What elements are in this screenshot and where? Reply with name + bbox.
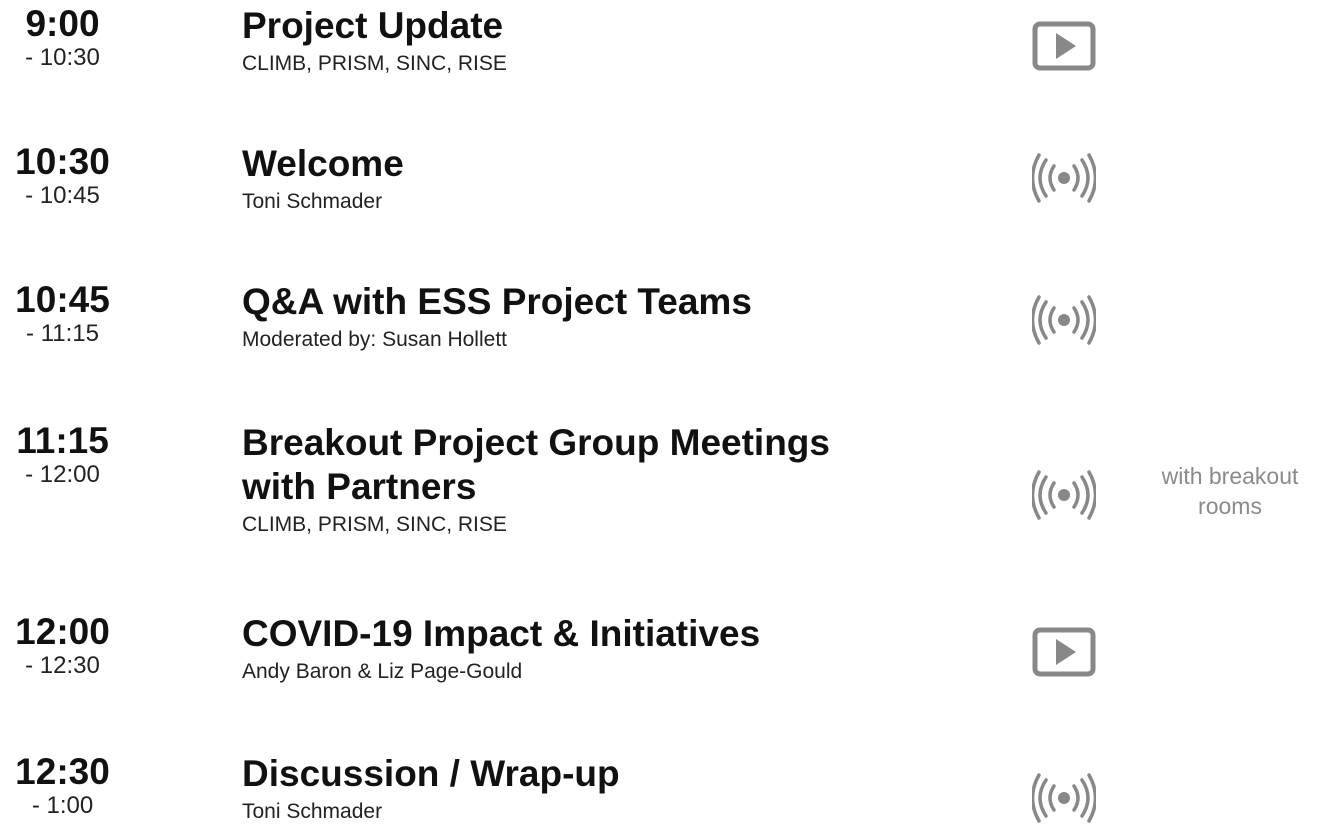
agenda-schedule: 9:00 - 10:30 Project Update CLIMB, PRISM… <box>0 0 1333 829</box>
session-start-time: 12:30 <box>15 751 110 792</box>
session-content: Welcome Toni Schmader <box>242 142 942 216</box>
session-subtitle: CLIMB, PRISM, SINC, RISE <box>242 52 507 75</box>
session-title: COVID-19 Impact & Initiatives <box>242 613 761 654</box>
session-subtitle: Toni Schmader <box>242 190 383 213</box>
session-title: Project Update <box>242 5 504 46</box>
session-content: Discussion / Wrap-up Toni Schmader <box>242 752 942 826</box>
session-title-line: with Partners <box>242 466 477 507</box>
broadcast-icon[interactable] <box>1032 294 1096 346</box>
session-subtitle: CLIMB, PRISM, SINC, RISE <box>242 513 507 536</box>
session-title: Discussion / Wrap-up <box>242 753 620 794</box>
play-icon[interactable] <box>1032 626 1096 678</box>
session-end-time: - 10:30 <box>25 44 100 71</box>
session-start-time: 10:30 <box>15 141 110 182</box>
session-time: 10:30 - 10:45 <box>0 142 125 210</box>
session-title-line: Breakout Project Group Meetings <box>242 422 830 463</box>
session-end-time: - 10:45 <box>25 182 100 209</box>
session-content: Breakout Project Group Meetings with Par… <box>242 421 942 539</box>
session-end-time: - 12:30 <box>25 652 100 679</box>
note-line: rooms <box>1198 493 1262 519</box>
session-start-time: 11:15 <box>16 420 109 461</box>
session-content: COVID-19 Impact & Initiatives Andy Baron… <box>242 612 942 686</box>
session-subtitle: Andy Baron & Liz Page-Gould <box>242 660 523 683</box>
session-time: 10:45 - 11:15 <box>0 280 125 348</box>
session-time: 11:15 - 12:00 <box>0 421 125 489</box>
session-start-time: 10:45 <box>15 279 110 320</box>
session-time: 12:00 - 12:30 <box>0 612 125 680</box>
breakout-rooms-note: with breakout rooms <box>1130 461 1330 521</box>
session-time: 9:00 - 10:30 <box>0 4 125 72</box>
session-content: Q&A with ESS Project Teams Moderated by:… <box>242 280 942 354</box>
session-subtitle: Moderated by: Susan Hollett <box>242 328 507 351</box>
broadcast-icon[interactable] <box>1032 469 1096 521</box>
session-end-time: - 12:00 <box>25 461 100 488</box>
session-end-time: - 1:00 <box>31 792 94 819</box>
session-subtitle: Toni Schmader <box>242 800 383 823</box>
session-content: Project Update CLIMB, PRISM, SINC, RISE <box>242 4 942 78</box>
play-icon[interactable] <box>1032 20 1096 72</box>
session-title: Q&A with ESS Project Teams <box>242 281 752 322</box>
session-start-time: 9:00 <box>25 3 100 44</box>
session-end-time: - 11:15 <box>26 320 99 347</box>
session-title: Welcome <box>242 143 404 184</box>
note-line: with breakout <box>1161 463 1299 489</box>
session-start-time: 12:00 <box>15 611 110 652</box>
broadcast-icon[interactable] <box>1032 152 1096 204</box>
session-time: 12:30 - 1:00 <box>0 752 125 820</box>
broadcast-icon[interactable] <box>1032 772 1096 824</box>
